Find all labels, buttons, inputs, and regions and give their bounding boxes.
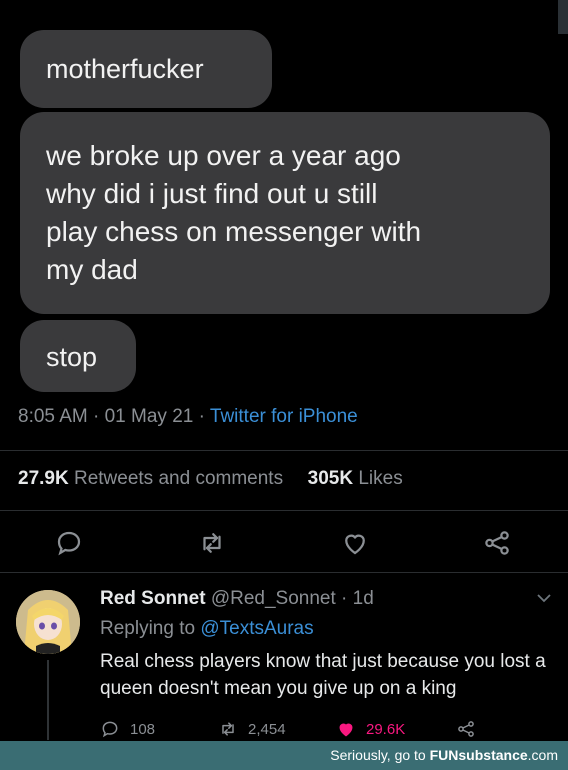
reply-display-name[interactable]: Red Sonnet (100, 588, 206, 609)
separator: · (193, 406, 210, 427)
replying-prefix: Replying to (100, 618, 201, 639)
reply-like-action[interactable]: 29.6K (336, 718, 405, 740)
like-count: 29.6K (366, 720, 406, 738)
watermark-brand: FUNsubstance (429, 747, 528, 763)
tweet-meta: 8:05 AM · 01 May 21 · Twitter for iPhone (18, 406, 358, 428)
likes-count: 305K (307, 468, 354, 489)
chevron-down-icon[interactable] (536, 592, 552, 604)
heart-icon[interactable] (340, 528, 370, 558)
reply-share-action[interactable] (456, 718, 486, 740)
avatar[interactable] (16, 590, 80, 654)
message-text: stop (46, 342, 98, 372)
watermark-prefix: Seriously, go to (330, 747, 430, 763)
retweet-count: 2,454 (248, 720, 286, 738)
watermark-suffix: .com (527, 747, 558, 763)
divider (0, 572, 568, 573)
retweet-icon (222, 722, 234, 736)
scroll-corner (558, 0, 568, 34)
message-bubble: we broke up over a year ago why did i ju… (20, 112, 550, 314)
watermark-footer: Seriously, go to FUNsubstance.com (0, 741, 568, 770)
replying-to: Replying to @TextsAuras (100, 618, 314, 640)
separator: · (335, 588, 353, 609)
replying-handle-link[interactable]: @TextsAuras (200, 618, 313, 639)
tweet-date: 01 May 21 (104, 406, 194, 427)
reply-text: Real chess players know that just becaus… (100, 651, 546, 699)
reply-age: 1d (352, 588, 374, 609)
divider (0, 510, 568, 511)
tweet-source-link[interactable]: Twitter for iPhone (210, 406, 358, 427)
share-icon[interactable] (482, 528, 512, 558)
message-text: motherfucker (46, 54, 204, 84)
comment-icon (102, 721, 118, 738)
retweets-label: Retweets and comments (68, 468, 284, 489)
watermark-text: Seriously, go to FUNsubstance.com (330, 747, 558, 763)
reply-header: Red Sonnet @Red_Sonnet · 1d (100, 588, 374, 610)
message-line: why did i just find out u still (46, 178, 378, 209)
reply-retweet-action[interactable]: 2,454 (218, 718, 286, 740)
message-bubble: stop (20, 320, 136, 392)
separator: · (87, 406, 105, 427)
reply-comment-action[interactable]: 108 (100, 718, 155, 740)
message-line: my dad (46, 254, 138, 285)
divider (0, 450, 568, 451)
share-icon (458, 721, 474, 737)
tweet-stats: 27.9K Retweets and comments 305K Likes (18, 468, 403, 490)
message-line: play chess on messenger with (46, 216, 422, 247)
retweets-stat[interactable]: 27.9K Retweets and comments (18, 468, 283, 489)
comment-count: 108 (130, 720, 156, 738)
reply-handle[interactable]: @Red_Sonnet (211, 588, 336, 609)
likes-stat[interactable]: 305K Likes (308, 468, 403, 489)
heart-icon (339, 723, 353, 737)
message-line: we broke up over a year ago (46, 140, 401, 171)
thread-line (47, 660, 49, 740)
retweets-count: 27.9K (18, 468, 69, 489)
comment-icon[interactable] (54, 528, 84, 558)
likes-label: Likes (353, 468, 403, 489)
message-bubble: motherfucker (20, 30, 272, 108)
tweet-time: 8:05 AM (18, 406, 88, 427)
retweet-icon[interactable] (197, 528, 227, 558)
